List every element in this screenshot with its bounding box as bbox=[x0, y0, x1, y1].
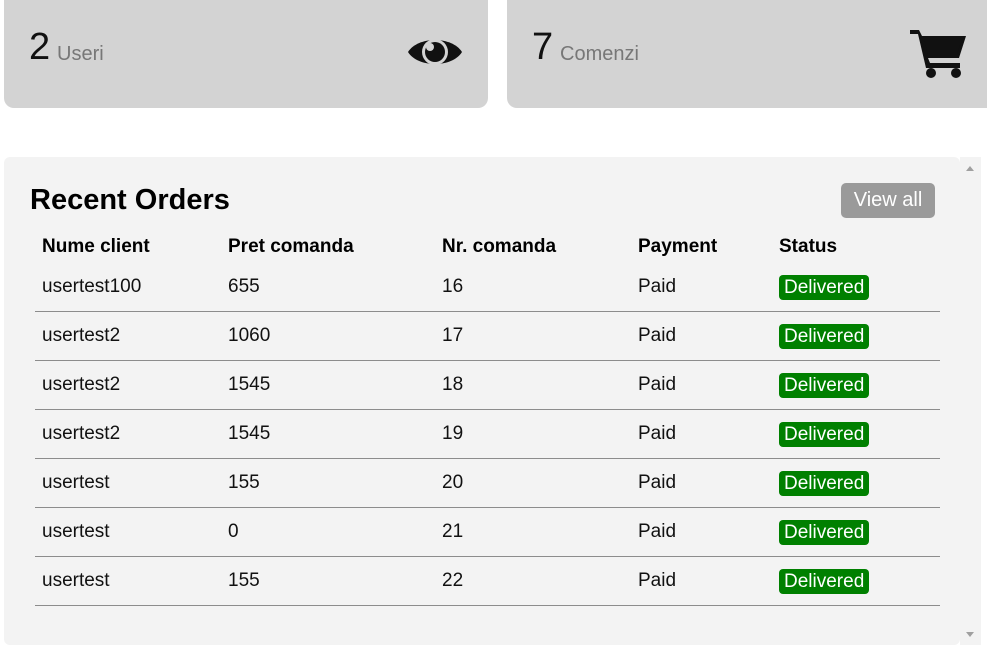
scroll-up-arrow-icon[interactable] bbox=[966, 166, 974, 171]
cell-payment: Paid bbox=[631, 311, 772, 361]
orders-label: Comenzi bbox=[560, 43, 639, 65]
cell-status: Delivered bbox=[772, 507, 940, 557]
cell-client: usertest100 bbox=[35, 263, 221, 312]
cell-status: Delivered bbox=[772, 311, 940, 361]
cell-status: Delivered bbox=[772, 458, 940, 508]
cell-order-number: 22 bbox=[435, 556, 631, 606]
status-badge: Delivered bbox=[779, 519, 870, 545]
recent-orders-panel: Recent Orders View all Nume client Pret … bbox=[4, 157, 960, 645]
table-row[interactable]: usertest100 655 16 Paid Delivered bbox=[35, 263, 940, 312]
cell-order-number: 17 bbox=[435, 311, 631, 361]
status-badge: Delivered bbox=[779, 568, 870, 594]
cell-client: usertest bbox=[35, 458, 221, 508]
column-header-price: Pret comanda bbox=[228, 235, 354, 257]
cell-price: 155 bbox=[221, 458, 435, 508]
cell-price: 1060 bbox=[221, 311, 435, 361]
users-label: Useri bbox=[57, 43, 104, 65]
cell-client: usertest bbox=[35, 556, 221, 606]
eye-icon bbox=[408, 39, 462, 65]
users-count: 2 bbox=[29, 26, 51, 68]
cell-payment: Paid bbox=[631, 360, 772, 410]
view-all-button[interactable]: View all bbox=[841, 183, 935, 218]
scroll-down-arrow-icon[interactable] bbox=[966, 632, 974, 637]
status-badge: Delivered bbox=[779, 470, 870, 496]
recent-orders-title: Recent Orders bbox=[30, 184, 230, 216]
cell-payment: Paid bbox=[631, 409, 772, 459]
cell-price: 155 bbox=[221, 556, 435, 606]
cell-status: Delivered bbox=[772, 263, 940, 312]
cell-status: Delivered bbox=[772, 409, 940, 459]
orders-count: 7 bbox=[532, 26, 554, 68]
table-row[interactable]: usertest 155 20 Paid Delivered bbox=[35, 458, 940, 508]
column-header-order-number: Nr. comanda bbox=[442, 235, 557, 257]
cell-order-number: 20 bbox=[435, 458, 631, 508]
orders-stat-card[interactable]: 7 Comenzi bbox=[507, 0, 987, 108]
cell-client: usertest bbox=[35, 507, 221, 557]
cell-status: Delivered bbox=[772, 556, 940, 606]
cell-price: 0 bbox=[221, 507, 435, 557]
cell-client: usertest2 bbox=[35, 311, 221, 361]
cell-order-number: 16 bbox=[435, 263, 631, 312]
stats-cards: 2 Useri 7 Comenzi bbox=[4, 0, 987, 108]
status-badge: Delivered bbox=[779, 421, 870, 447]
table-row[interactable]: usertest2 1060 17 Paid Delivered bbox=[35, 311, 940, 361]
cell-price: 655 bbox=[221, 263, 435, 312]
users-stat-card[interactable]: 2 Useri bbox=[4, 0, 488, 108]
cell-order-number: 18 bbox=[435, 360, 631, 410]
cell-payment: Paid bbox=[631, 507, 772, 557]
cell-client: usertest2 bbox=[35, 409, 221, 459]
table-header-row: Nume client Pret comanda Nr. comanda Pay… bbox=[35, 230, 940, 263]
cart-icon bbox=[910, 30, 966, 78]
column-header-status: Status bbox=[779, 235, 838, 257]
cell-payment: Paid bbox=[631, 458, 772, 508]
cell-status: Delivered bbox=[772, 360, 940, 410]
column-header-payment: Payment bbox=[638, 235, 718, 257]
cell-client: usertest2 bbox=[35, 360, 221, 410]
status-badge: Delivered bbox=[779, 274, 870, 300]
cell-price: 1545 bbox=[221, 409, 435, 459]
table-row[interactable]: usertest2 1545 18 Paid Delivered bbox=[35, 360, 940, 410]
table-row[interactable]: usertest 0 21 Paid Delivered bbox=[35, 507, 940, 557]
cell-payment: Paid bbox=[631, 263, 772, 312]
vertical-scrollbar[interactable] bbox=[960, 157, 981, 645]
table-row[interactable]: usertest 155 22 Paid Delivered bbox=[35, 556, 940, 606]
column-header-client: Nume client bbox=[42, 235, 150, 257]
status-badge: Delivered bbox=[779, 372, 870, 398]
cell-order-number: 19 bbox=[435, 409, 631, 459]
table-row[interactable]: usertest2 1545 19 Paid Delivered bbox=[35, 409, 940, 459]
orders-table: Nume client Pret comanda Nr. comanda Pay… bbox=[35, 230, 940, 606]
cell-payment: Paid bbox=[631, 556, 772, 606]
cell-price: 1545 bbox=[221, 360, 435, 410]
status-badge: Delivered bbox=[779, 323, 870, 349]
cell-order-number: 21 bbox=[435, 507, 631, 557]
